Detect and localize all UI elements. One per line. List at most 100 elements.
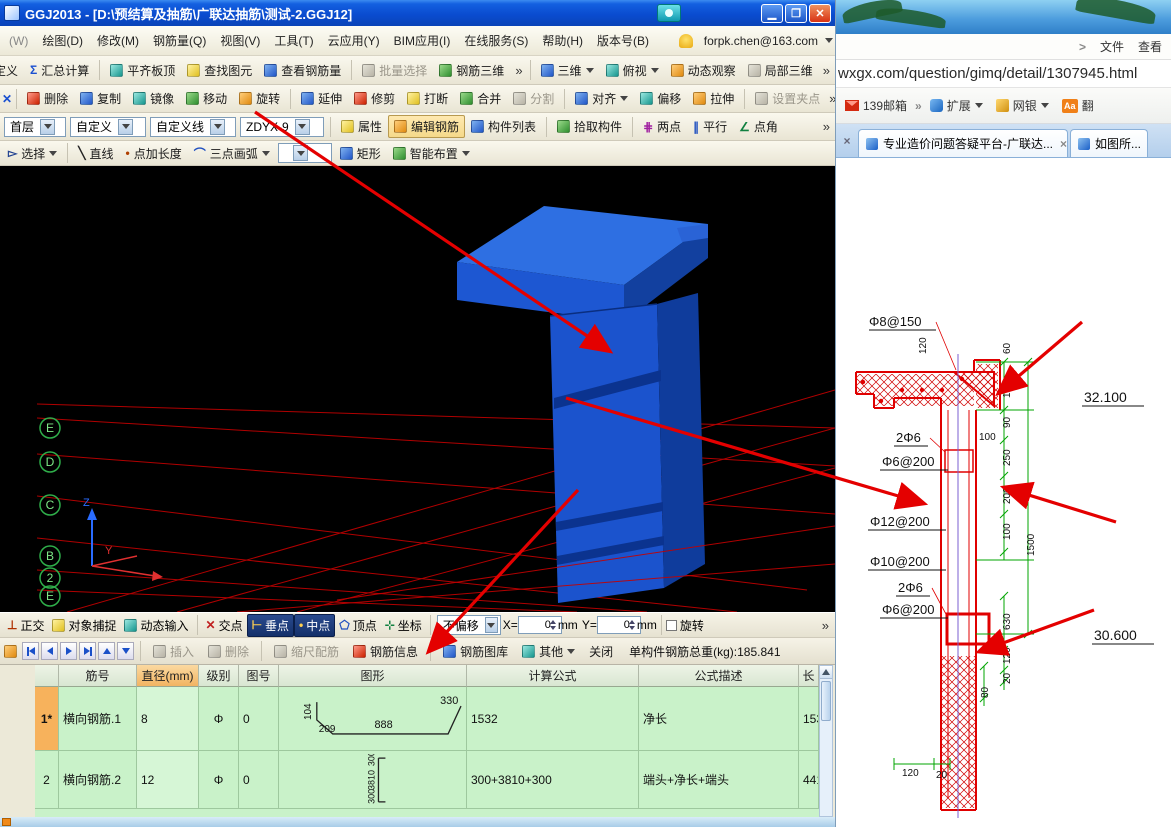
summary-calc-button[interactable]: Σ汇总计算 (24, 59, 95, 82)
scale-rebar-button[interactable]: 缩尺配筋 (268, 640, 345, 663)
header-desc[interactable]: 公式描述 (639, 665, 799, 687)
close-table-button[interactable]: 关闭 (583, 640, 619, 663)
copy-button[interactable]: 复制 (74, 87, 127, 110)
perp-snap[interactable]: ⊢垂点 (247, 614, 294, 637)
x-spinner[interactable] (550, 620, 556, 630)
edit-rebar-button[interactable]: 编辑钢筋 (388, 115, 465, 138)
cell-formula[interactable]: 300+3810+300 (467, 751, 639, 809)
row-number[interactable]: 1* (35, 687, 59, 751)
tab-qa-platform[interactable]: 专业造价问题答疑平台-广联达... × (858, 129, 1068, 157)
grips-button[interactable]: 设置夹点 (749, 87, 826, 110)
3d-model[interactable] (457, 206, 708, 603)
scroll-thumb[interactable] (821, 681, 831, 721)
dyn-input-toggle[interactable]: 动态输入 (120, 615, 192, 636)
y-spinner[interactable] (629, 620, 635, 630)
menu-cloud[interactable]: 云应用(Y) (321, 28, 387, 53)
view-3d-button[interactable]: 三维 (535, 59, 600, 82)
scroll-up-icon[interactable] (820, 666, 832, 679)
header-grade[interactable]: 级别 (199, 665, 239, 687)
header-bar-id[interactable]: 筋号 (59, 665, 137, 687)
delete-button[interactable]: 删除 (21, 87, 74, 110)
move-up-button[interactable] (98, 642, 115, 660)
merge-button[interactable]: 合并 (454, 87, 507, 110)
arc-3pt-button[interactable]: ⌒三点画弧 (188, 142, 276, 165)
view-rebar-qty-button[interactable]: 查看钢筋量 (258, 59, 347, 82)
menu-bim[interactable]: BIM应用(I) (387, 28, 458, 53)
element-type-select[interactable]: 自定义 (70, 117, 146, 137)
cell-diameter[interactable]: 12 (137, 751, 199, 809)
mirror-button[interactable]: 镜像 (127, 87, 180, 110)
align-button[interactable]: 对齐 (569, 87, 634, 110)
blank-dropdown[interactable] (278, 143, 332, 163)
cell-length[interactable]: 153 (799, 687, 819, 751)
partial-3d-button[interactable]: 局部三维 (742, 59, 819, 82)
menu-view[interactable]: 视图(V) (213, 28, 267, 53)
browser-content[interactable]: Φ8@150 32.100 2Φ6 Φ6@200 Φ12@200 Φ10@200… (836, 158, 1171, 827)
3d-canvas[interactable]: Z Y E D C B 2 E (37, 166, 835, 612)
table-scrollbar[interactable] (819, 665, 833, 817)
file-menu[interactable]: 文件 (1100, 38, 1124, 55)
row-number[interactable]: 2 (35, 751, 59, 809)
rebar-info-button[interactable]: 钢筋信息 (347, 640, 424, 663)
cell-bar-name[interactable]: 横向钢筋.1 (59, 687, 137, 751)
cell-shape[interactable]: 104 209 888 330 (279, 687, 467, 751)
next-record-button[interactable] (60, 642, 77, 660)
top-view-button[interactable]: 俯视 (600, 59, 665, 82)
skin-button[interactable] (657, 4, 681, 22)
rotate-checkbox[interactable] (666, 620, 677, 631)
restore-button[interactable]: ❐ (785, 4, 807, 23)
first-record-button[interactable] (22, 642, 39, 660)
coord-snap[interactable]: ⊹坐标 (381, 615, 426, 636)
panel-close-icon[interactable]: ✕ (2, 91, 12, 107)
properties-button[interactable]: 属性 (335, 115, 388, 138)
account-caret-icon[interactable] (825, 38, 833, 43)
overflow-chevron[interactable]: » (826, 91, 835, 106)
menu-online-service[interactable]: 在线服务(S) (457, 28, 535, 53)
break-button[interactable]: 打断 (401, 87, 454, 110)
cell-length[interactable]: 441 (799, 751, 819, 809)
line-button[interactable]: ╲直线 (72, 142, 119, 165)
minimize-button[interactable]: ▁ (761, 4, 783, 23)
rotate-button[interactable]: 旋转 (233, 87, 286, 110)
cell-desc[interactable]: 净长 (639, 687, 799, 751)
netbank-button[interactable]: 网银 (991, 94, 1054, 117)
insert-row-button[interactable]: 插入 (147, 640, 200, 663)
cell-formula[interactable]: 1532 (467, 687, 639, 751)
table-row[interactable]: 2 横向钢筋.2 12 Φ 0 300 3810 300 300+3810+30… (35, 751, 833, 809)
header-fig-no[interactable]: 图号 (239, 665, 279, 687)
cell-grade[interactable]: Φ (199, 751, 239, 809)
menu-modify[interactable]: 修改(M) (90, 28, 146, 53)
address-bar[interactable]: wxgx.com/question/gimq/detail/1307945.ht… (836, 60, 1171, 88)
view-menu[interactable]: 查看 (1138, 38, 1162, 55)
header-length[interactable]: 长 (799, 665, 819, 687)
overflow-chevron[interactable]: » (512, 63, 525, 78)
prev-record-button[interactable] (41, 642, 58, 660)
cell-shape[interactable]: 300 3810 300 (279, 751, 467, 809)
header-formula[interactable]: 计算公式 (467, 665, 639, 687)
vertex-snap[interactable]: ⬠顶点 (335, 615, 380, 636)
close-tab-icon[interactable]: × (838, 132, 856, 150)
cell-fig-no[interactable]: 0 (239, 751, 279, 809)
smart-place-button[interactable]: 智能布置 (387, 142, 476, 165)
ortho-toggle[interactable]: ⊥正交 (3, 615, 48, 636)
extensions-button[interactable]: 扩展 (925, 94, 988, 117)
3d-viewport[interactable]: Z Y E D C B 2 E (0, 166, 835, 612)
orbit-button[interactable]: 动态观察 (665, 59, 742, 82)
trim-button[interactable]: 修剪 (348, 87, 401, 110)
cell-desc[interactable]: 端头+净长+端头 (639, 751, 799, 809)
cell-bar-name[interactable]: 横向钢筋.2 (59, 751, 137, 809)
overflow-chevron[interactable]: » (819, 618, 832, 633)
rebar-3d-button[interactable]: 钢筋三维 (433, 59, 510, 82)
move-button[interactable]: 移动 (180, 87, 233, 110)
header-diameter[interactable]: 直径(mm) (137, 665, 199, 687)
align-slab-top-button[interactable]: 平齐板顶 (104, 59, 181, 82)
delete-row-button[interactable]: 删除 (202, 640, 255, 663)
cell-fig-no[interactable]: 0 (239, 687, 279, 751)
find-element-button[interactable]: 查找图元 (181, 59, 258, 82)
address-url[interactable]: wxgx.com/question/gimq/detail/1307945.ht… (838, 65, 1137, 82)
cell-diameter[interactable]: 8 (137, 687, 199, 751)
menu-help[interactable]: 帮助(H) (535, 28, 590, 53)
offset-button[interactable]: 偏移 (634, 87, 687, 110)
other-dropdown[interactable]: 其他 (516, 640, 581, 663)
parallel-button[interactable]: ∥平行 (687, 115, 733, 138)
